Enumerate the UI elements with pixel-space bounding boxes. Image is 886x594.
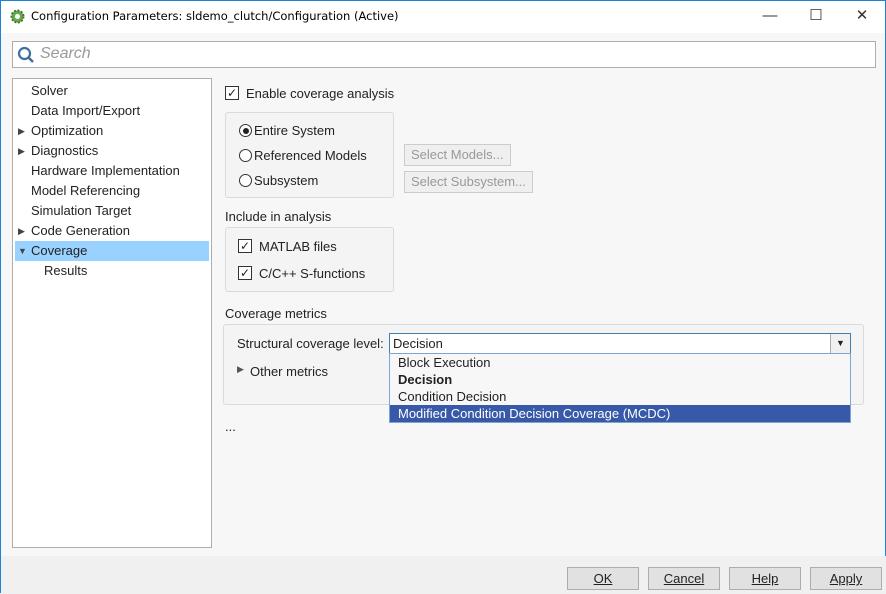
tree-item-optimization[interactable]: ▶ Optimization [15, 121, 209, 141]
structural-coverage-label: Structural coverage level: [237, 336, 384, 351]
title-bar: Configuration Parameters: sldemo_clutch/… [1, 1, 885, 33]
include-group [225, 227, 394, 292]
search-icon [17, 46, 34, 63]
expand-arrow-icon[interactable]: ▶ [18, 221, 25, 241]
tree-item-label: Data Import/Export [31, 103, 141, 118]
tree-item-hardware-implementation[interactable]: Hardware Implementation [15, 161, 209, 181]
ok-button[interactable]: OK [567, 567, 639, 590]
tree-item-label: Hardware Implementation [31, 163, 180, 178]
tree-item-label: Coverage [31, 243, 88, 258]
metrics-heading: Coverage metrics [225, 306, 327, 321]
enable-coverage-label: Enable coverage analysis [246, 86, 395, 101]
collapse-arrow-icon[interactable]: ▼ [18, 241, 27, 261]
option-condition-decision[interactable]: Condition Decision [390, 388, 850, 405]
subsystem-label: Subsystem [254, 173, 319, 188]
sfunctions-label: C/C++ S-functions [259, 266, 366, 281]
tree-item-simulation-target[interactable]: Simulation Target [15, 201, 209, 221]
matlab-files-label: MATLAB files [259, 239, 337, 254]
sfunctions-checkbox[interactable]: ✓ [238, 266, 252, 280]
search-input[interactable]: Search [12, 41, 876, 68]
enable-coverage-checkbox[interactable]: ✓ [225, 86, 239, 100]
tree-item-data-import-export[interactable]: Data Import/Export [15, 101, 209, 121]
option-decision[interactable]: Decision [390, 371, 850, 388]
tree-item-label: Diagnostics [31, 143, 99, 158]
tree-item-label: Solver [31, 83, 68, 98]
tree-item-coverage[interactable]: ▼ Coverage [15, 241, 209, 261]
ellipsis-text: ... [225, 419, 236, 434]
tree-item-code-generation[interactable]: ▶ Code Generation [15, 221, 209, 241]
other-metrics-toggle[interactable]: Other metrics [250, 364, 328, 379]
window-title: Configuration Parameters: sldemo_clutch/… [31, 9, 399, 23]
simulink-gear-icon [10, 9, 25, 24]
expand-arrow-icon[interactable]: ▶ [18, 121, 25, 141]
maximize-button[interactable]: ☐ [793, 1, 839, 31]
tree-item-results[interactable]: Results [15, 261, 209, 281]
entire-system-label: Entire System [254, 123, 335, 138]
tree-item-solver[interactable]: Solver [15, 81, 209, 101]
referenced-models-radio[interactable] [239, 149, 252, 162]
minimize-button[interactable]: — [747, 1, 793, 31]
dropdown-list[interactable]: Block Execution Decision Condition Decis… [389, 353, 851, 423]
expand-arrow-icon[interactable]: ▶ [18, 141, 25, 161]
tree-item-label: Model Referencing [31, 183, 141, 198]
category-tree[interactable]: Solver Data Import/Export ▶ Optimization … [12, 78, 212, 548]
apply-button[interactable]: Apply [810, 567, 882, 590]
select-models-button[interactable]: Select Models... [404, 144, 511, 166]
option-block-execution[interactable]: Block Execution [390, 354, 850, 371]
search-placeholder: Search [40, 45, 91, 62]
select-subsystem-button[interactable]: Select Subsystem... [404, 171, 533, 193]
dropdown-value: Decision [393, 336, 443, 351]
help-button[interactable]: Help [729, 567, 801, 590]
structural-coverage-dropdown[interactable]: Decision ▼ [389, 333, 851, 354]
include-heading: Include in analysis [225, 209, 332, 224]
referenced-models-label: Referenced Models [254, 148, 367, 163]
subsystem-radio[interactable] [239, 174, 252, 187]
entire-system-radio[interactable] [239, 124, 252, 137]
matlab-files-checkbox[interactable]: ✓ [238, 239, 252, 253]
tree-item-model-referencing[interactable]: Model Referencing [15, 181, 209, 201]
tree-item-diagnostics[interactable]: ▶ Diagnostics [15, 141, 209, 161]
option-mcdc[interactable]: Modified Condition Decision Coverage (MC… [390, 405, 850, 422]
tree-item-label: Optimization [31, 123, 104, 138]
tree-item-label: Code Generation [31, 223, 131, 238]
chevron-down-icon[interactable]: ▼ [830, 334, 850, 353]
cancel-button[interactable]: Cancel [648, 567, 720, 590]
expand-other-metrics-icon[interactable]: ▶ [237, 364, 244, 375]
close-button[interactable]: ✕ [839, 1, 885, 31]
tree-item-label: Simulation Target [31, 203, 132, 218]
tree-item-label: Results [44, 263, 88, 278]
